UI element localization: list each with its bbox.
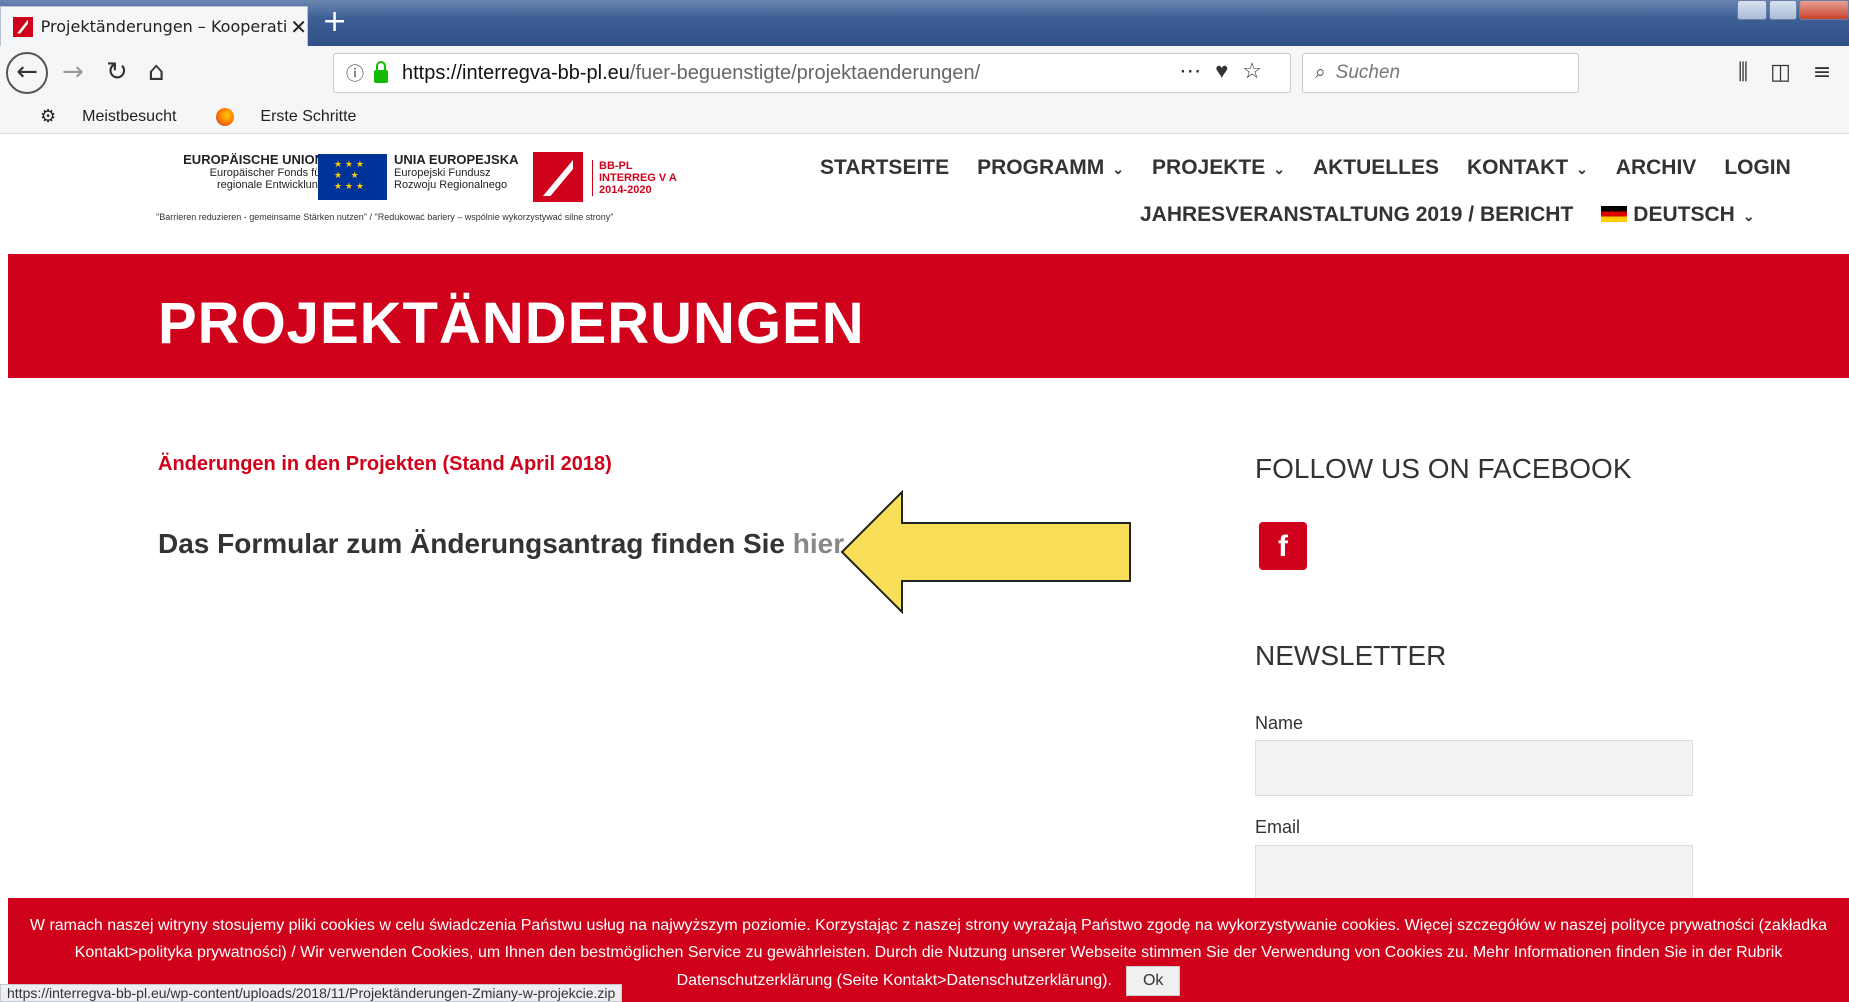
site-logo[interactable]: EUROPÄISCHE UNION Europäischer Fonds für r… <box>156 150 681 228</box>
page-title-banner: PROJEKTÄNDERUNGEN <box>8 254 1849 378</box>
name-field[interactable] <box>1255 740 1693 796</box>
site-info-icon[interactable]: ⓘ <box>346 60 364 86</box>
facebook-icon[interactable]: f <box>1259 522 1307 570</box>
nav-item-login[interactable]: LOGIN <box>1724 156 1791 180</box>
bookmark-most-visited[interactable]: ⚙ Meistbesucht <box>20 106 176 127</box>
logo-motto: "Barrieren reduzieren - gemeinsame Stärk… <box>156 212 614 222</box>
chevron-down-icon: ⌄ <box>1742 208 1755 224</box>
firefox-icon <box>216 107 235 126</box>
chevron-down-icon: ⌄ <box>1273 161 1285 177</box>
browser-toolbar: ← → ↻ ⌂ ⓘ https://interregva-bb-pl.eu/fu… <box>0 46 1849 100</box>
chevron-down-icon: ⌄ <box>1112 161 1125 177</box>
close-window-button[interactable] <box>1799 0 1849 20</box>
status-bar-url: https://interregva-bb-pl.eu/wp-content/u… <box>0 984 623 1002</box>
chevron-down-icon: ⌄ <box>1576 161 1588 177</box>
nav-item-aktuelles[interactable]: AKTUELLES <box>1313 156 1439 180</box>
interreg-logo-text: BB-PL INTERREG V A 2014-2020 <box>592 160 677 196</box>
search-icon: ⌕ <box>1315 62 1326 83</box>
german-flag-icon <box>1601 206 1628 222</box>
newsletter-heading: NEWSLETTER <box>1255 640 1447 671</box>
nav-item-startseite[interactable]: STARTSEITE <box>820 156 949 180</box>
url-text: https://interregva-bb-pl.eu/fuer-beguens… <box>402 61 981 84</box>
tab-title: Projektänderungen – Kooperati <box>40 17 287 36</box>
gear-icon: ⚙ <box>40 106 57 126</box>
nav-item-jahresveranstaltung[interactable]: JAHRESVERANSTALTUNG 2019 / BERICHT <box>1140 203 1573 227</box>
form-download-link[interactable]: hier <box>793 528 843 559</box>
search-input[interactable]: ⌕ Suchen <box>1302 53 1579 93</box>
language-switcher[interactable]: DEUTSCH ⌄ <box>1601 203 1755 227</box>
pl-logo-text: UNIA EUROPEJSKA Europejski Fundusz Rozwoju… <box>394 152 519 191</box>
maximize-button[interactable] <box>1769 0 1797 20</box>
back-button[interactable]: ← <box>6 52 48 94</box>
window-controls <box>1729 0 1849 22</box>
browser-tab-strip: Projektänderungen – Kooperati ✕ + <box>0 0 1849 46</box>
address-bar[interactable]: ⓘ https://interregva-bb-pl.eu/fuer-begue… <box>333 53 1291 93</box>
pointing-arrow-icon <box>840 490 1131 614</box>
main-navigation: STARTSEITE PROGRAMM ⌄ PROJEKTE ⌄ AKTUELLES… <box>820 156 1791 180</box>
page-actions[interactable]: ⋯♥☆ <box>1179 58 1276 84</box>
browser-tab[interactable]: Projektänderungen – Kooperati ✕ <box>0 6 308 46</box>
name-label: Name <box>1255 713 1304 733</box>
forward-button[interactable]: → <box>62 52 84 92</box>
interreg-logo-icon <box>533 152 583 202</box>
email-field[interactable] <box>1255 845 1693 901</box>
minimize-button[interactable] <box>1737 0 1767 20</box>
tab-close-icon[interactable]: ✕ <box>290 15 307 39</box>
secondary-navigation: JAHRESVERANSTALTUNG 2019 / BERICHT DEUTS… <box>1140 203 1755 227</box>
changes-link[interactable]: Änderungen in den Projekten (Stand April… <box>158 453 612 476</box>
site-favicon-icon <box>13 16 33 37</box>
nav-item-archiv[interactable]: ARCHIV <box>1616 156 1697 180</box>
nav-item-kontakt[interactable]: KONTAKT ⌄ <box>1467 156 1588 180</box>
cookie-text: W ramach naszej witryny stosujemy pliki … <box>29 917 1828 989</box>
bookmark-first-steps[interactable]: Erste Schritte <box>196 107 356 126</box>
nav-item-programm[interactable]: PROGRAMM ⌄ <box>977 156 1124 180</box>
cookie-ok-button[interactable]: Ok <box>1125 966 1181 996</box>
new-tab-button[interactable]: + <box>322 4 347 40</box>
home-icon[interactable]: ⌂ <box>148 52 165 92</box>
facebook-heading: FOLLOW US ON FACEBOOK <box>1255 453 1632 484</box>
page-title: PROJEKTÄNDERUNGEN <box>158 291 865 356</box>
form-text: Das Formular zum Änderungsantrag finden … <box>158 528 851 559</box>
nav-item-projekte[interactable]: PROJEKTE ⌄ <box>1152 156 1285 180</box>
toolbar-library-icons[interactable]: ⫼◫≡ <box>1738 60 1849 85</box>
bookmarks-toolbar: ⚙ Meistbesucht Erste Schritte <box>0 100 1849 134</box>
email-label: Email <box>1255 817 1301 837</box>
reload-button[interactable]: ↻ <box>106 52 128 92</box>
eu-flag-icon <box>318 154 387 200</box>
lock-icon <box>374 60 388 83</box>
